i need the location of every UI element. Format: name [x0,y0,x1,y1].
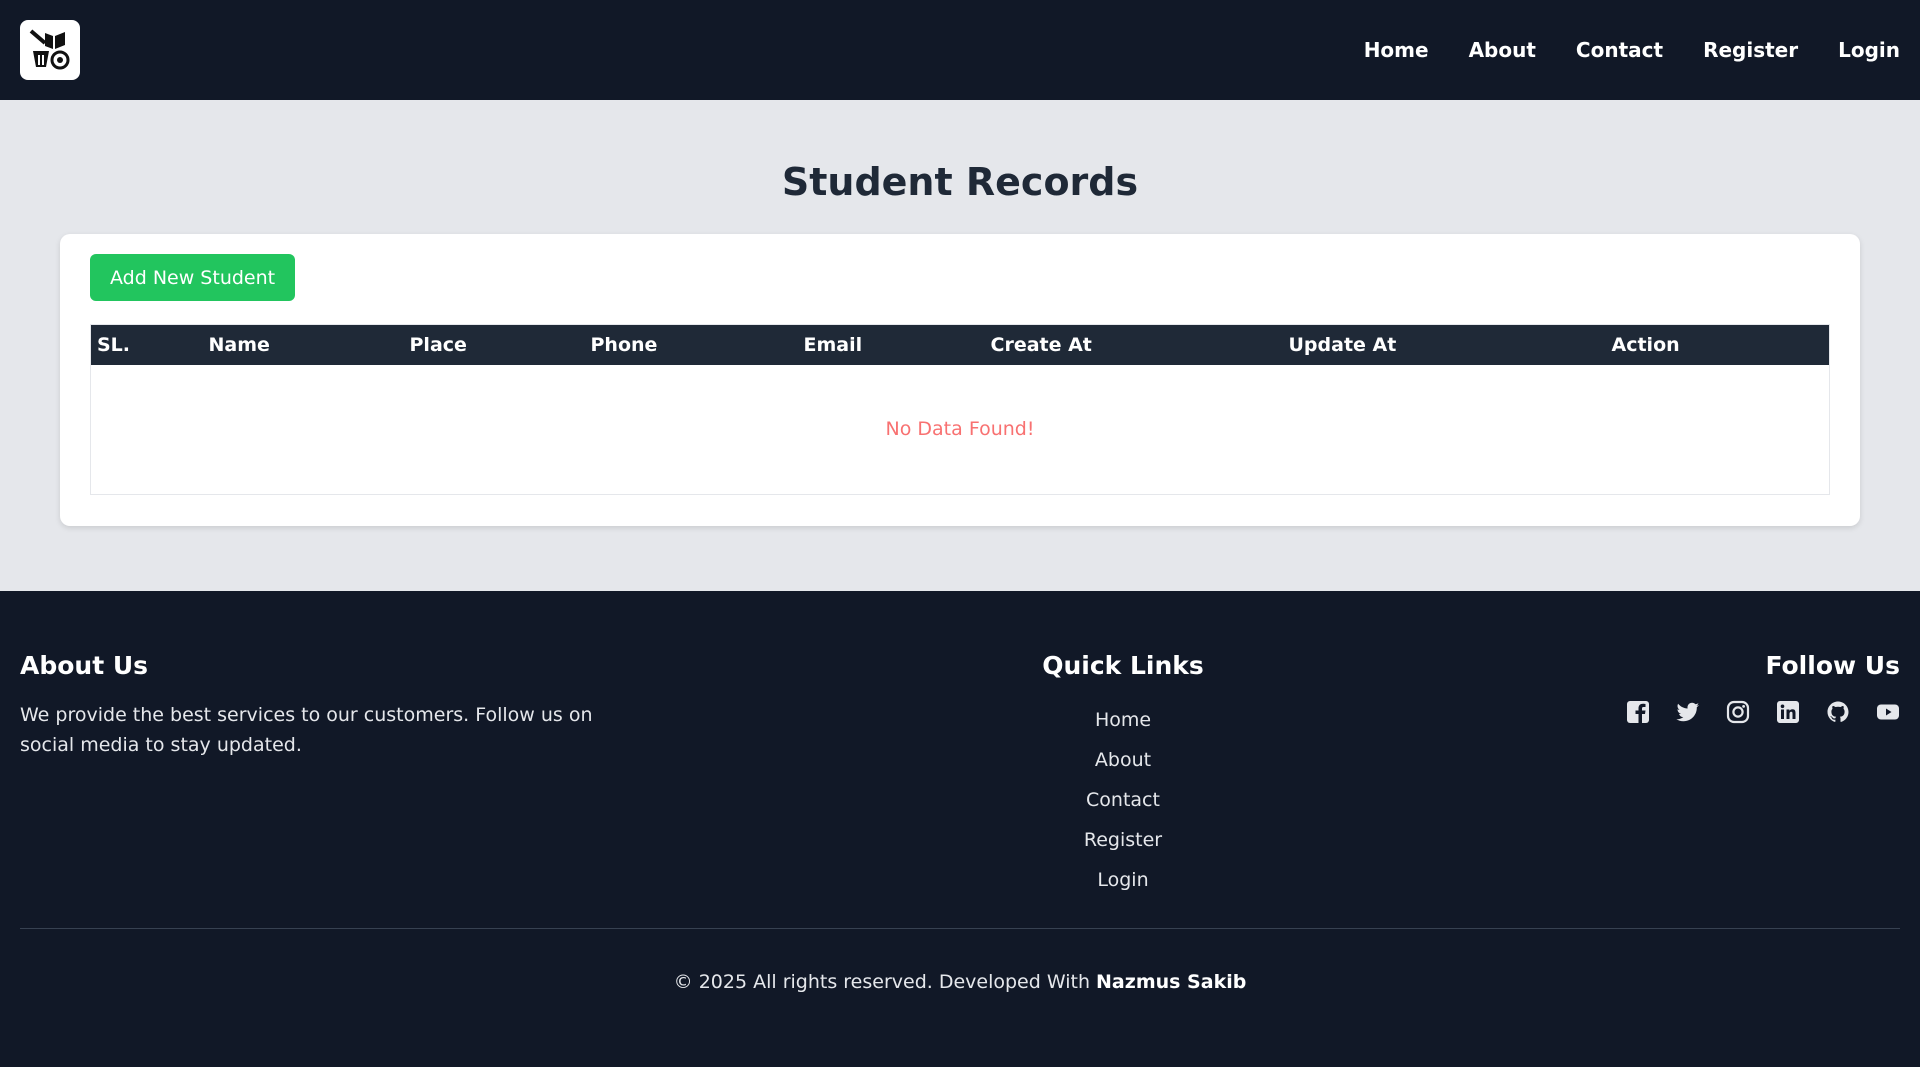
footer-about: About Us We provide the best services to… [20,651,620,928]
copyright-text: © 2025 All rights reserved. Developed Wi… [673,971,1090,993]
author-name: Nazmus Sakib [1096,971,1247,993]
empty-message: No Data Found! [885,418,1035,441]
nav-link-register[interactable]: Register [1703,38,1798,62]
nav-link-about[interactable]: About [1469,38,1536,62]
column-header-create-at: Create At [984,324,1283,365]
footer-link-contact[interactable]: Contact [1086,780,1160,820]
column-header-email: Email [797,324,985,365]
page-title: Student Records [781,160,1139,204]
footer-link-login[interactable]: Login [1097,860,1148,900]
column-header-place: Place [403,324,585,365]
footer-link-about[interactable]: About [1095,740,1151,780]
column-header-phone: Phone [584,324,798,365]
follow-heading: Follow Us [1765,651,1900,680]
footer-link-register[interactable]: Register [1084,820,1162,860]
nav-link-contact[interactable]: Contact [1576,38,1663,62]
column-header-sl: SL. [90,324,203,365]
youtube-icon[interactable] [1876,700,1900,724]
logo[interactable] [20,20,80,80]
navbar: Home About Contact Register Login [0,0,1920,100]
facebook-icon[interactable] [1626,700,1650,724]
records-card: Add New Student SL. Name Place Phone Ema… [60,234,1860,526]
footer-quick-links: Quick Links Home About Contact Register … [1042,651,1204,928]
footer-divider [20,928,1900,929]
about-text: We provide the best services to our cust… [20,704,593,756]
nav-link-home[interactable]: Home [1364,38,1429,62]
add-student-button[interactable]: Add New Student [90,254,296,301]
about-heading: About Us [20,651,149,680]
footer-follow: Follow Us [1626,651,1900,928]
footer-link-home[interactable]: Home [1095,700,1151,740]
github-icon[interactable] [1826,700,1850,724]
main-content: Student Records Add New Student SL. Name… [0,100,1920,591]
nav-links: Home About Contact Register Login [1364,38,1900,62]
table-header-row: SL. Name Place Phone Email Create At Upd… [90,324,1830,365]
column-header-name: Name [202,324,404,365]
quick-links-heading: Quick Links [1042,651,1204,680]
instagram-icon[interactable] [1726,700,1750,724]
column-header-update-at: Update At [1282,324,1606,365]
copyright: © 2025 All rights reserved. Developed Wi… [20,971,1900,993]
linkedin-icon[interactable] [1776,700,1800,724]
column-header-action: Action [1605,324,1830,365]
footer-columns: About Us We provide the best services to… [20,651,1900,928]
social-icons [1626,700,1900,724]
empty-row: No Data Found! [91,365,1830,495]
student-table: SL. Name Place Phone Email Create At Upd… [90,324,1830,495]
books-basket-icon [29,29,70,70]
nav-link-login[interactable]: Login [1838,38,1900,62]
footer: About Us We provide the best services to… [0,591,1920,1067]
twitter-icon[interactable] [1676,700,1700,724]
